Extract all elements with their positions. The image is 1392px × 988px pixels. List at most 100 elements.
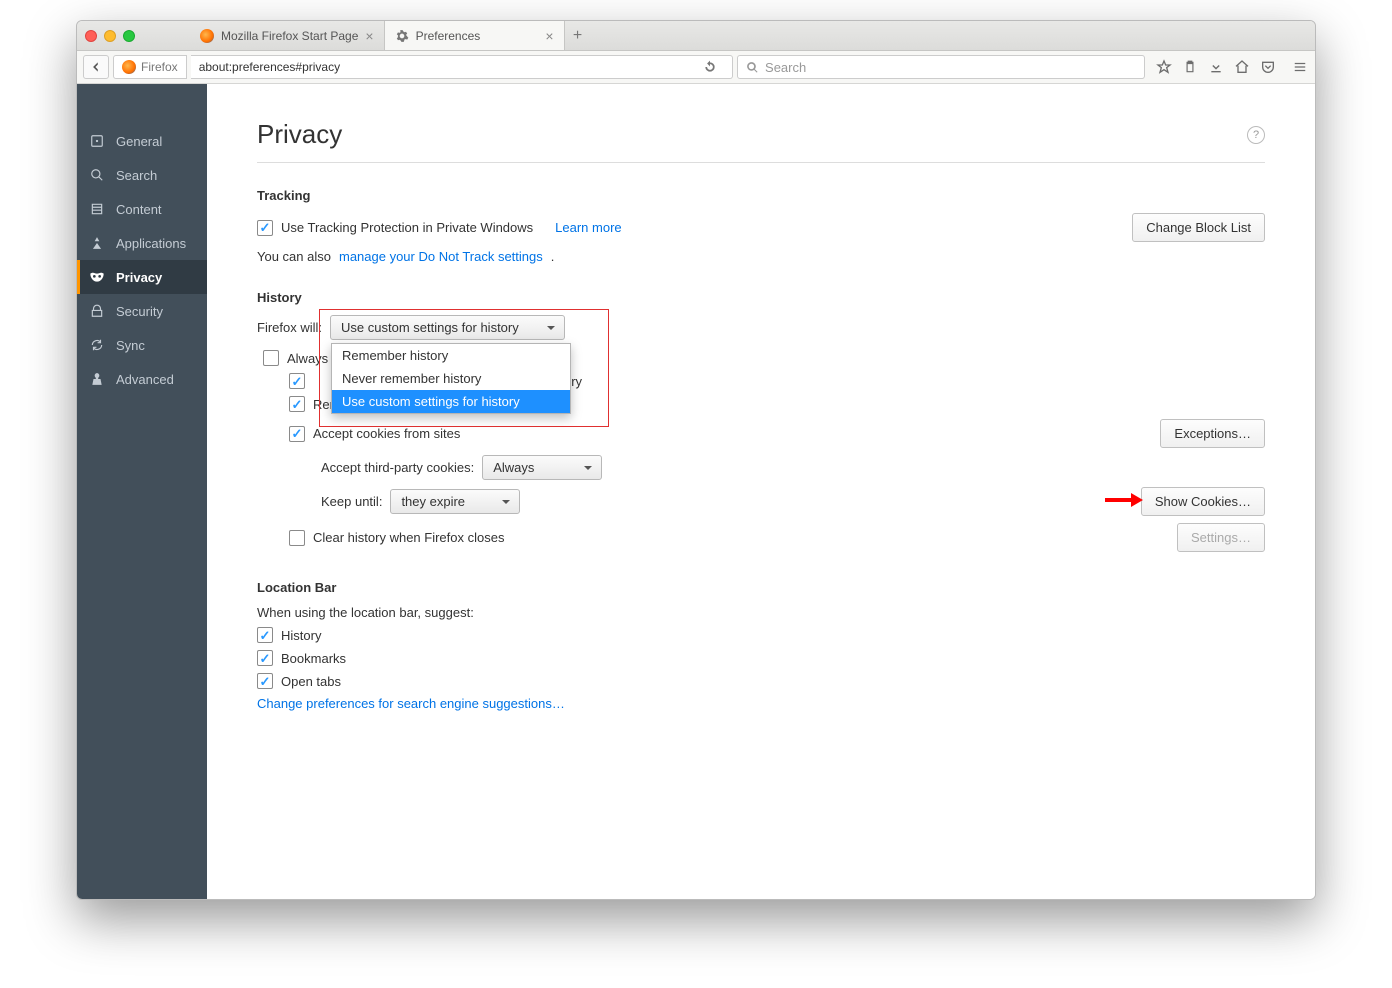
url-bar[interactable]: about:preferences#privacy [191,55,733,79]
third-party-cookies-select[interactable]: Always [482,455,602,480]
url-text: about:preferences#privacy [199,60,340,74]
sync-icon [89,337,105,353]
change-block-list-button[interactable]: Change Block List [1132,213,1265,242]
sidebar-label: Sync [116,338,145,353]
suggest-opentabs-label: Open tabs [281,674,341,689]
sidebar-item-advanced[interactable]: Advanced [77,362,207,396]
sidebar-label: Content [116,202,162,217]
menu-button[interactable] [1291,58,1309,76]
titlebar: Mozilla Firefox Start Page × Preferences… [77,21,1315,51]
history-mode-select[interactable]: Use custom settings for history [330,315,565,340]
search-icon [746,61,759,74]
clear-on-close-label: Clear history when Firefox closes [313,530,504,545]
sidebar-item-security[interactable]: Security [77,294,207,328]
firefox-icon [122,60,136,74]
sidebar-label: Search [116,168,157,183]
firefox-icon [200,29,214,43]
tab-close-icon[interactable]: × [545,28,553,44]
suggest-opentabs-checkbox[interactable] [257,673,273,689]
always-private-checkbox[interactable] [263,350,279,366]
third-party-label: Accept third-party cookies: [321,460,474,475]
dnt-prefix: You can also [257,249,331,264]
prefs-content: Privacy ? Tracking Use Tracking Protecti… [207,84,1315,899]
downloads-icon[interactable] [1207,58,1225,76]
sidebar-item-privacy[interactable]: Privacy [77,260,207,294]
tracking-protection-label: Use Tracking Protection in Private Windo… [281,220,533,235]
applications-icon [89,235,105,251]
sidebar-label: Security [116,304,163,319]
locationbar-heading: Location Bar [257,580,1265,595]
cookie-exceptions-button[interactable]: Exceptions… [1160,419,1265,448]
tracking-protection-checkbox[interactable] [257,220,273,236]
history-mode-value: Use custom settings for history [341,320,519,335]
annotation-arrow [1105,493,1145,507]
sidebar-item-content[interactable]: Content [77,192,207,226]
advanced-icon [89,371,105,387]
gear-icon [395,29,409,43]
help-icon[interactable]: ? [1247,126,1265,144]
window-maximize-button[interactable] [123,30,135,42]
suggest-bookmarks-label: Bookmarks [281,651,346,666]
identity-label: Firefox [141,60,178,74]
remember-search-checkbox[interactable] [289,396,305,412]
suggest-history-checkbox[interactable] [257,627,273,643]
window-controls [85,30,135,42]
tab-label: Mozilla Firefox Start Page [221,29,358,43]
tracking-heading: Tracking [257,188,1265,203]
show-cookies-button[interactable]: Show Cookies… [1141,487,1265,516]
clipboard-icon[interactable] [1181,58,1199,76]
history-option-never[interactable]: Never remember history [332,367,570,390]
tab-label: Preferences [416,29,481,43]
sidebar-label: Applications [116,236,186,251]
clear-on-close-checkbox[interactable] [289,530,305,546]
accept-cookies-label: Accept cookies from sites [313,426,460,441]
sidebar-label: General [116,134,162,149]
search-suggestions-link[interactable]: Change preferences for search engine sug… [257,696,565,711]
reload-button[interactable] [696,60,724,74]
tab-preferences[interactable]: Preferences × [385,21,565,50]
toolbar-icons [1155,58,1309,76]
browser-window: Mozilla Firefox Start Page × Preferences… [76,20,1316,900]
bookmark-star-icon[interactable] [1155,58,1173,76]
tab-close-icon[interactable]: × [365,28,373,44]
keep-until-select[interactable]: they expire [390,489,520,514]
identity-box[interactable]: Firefox [113,55,187,79]
locationbar-intro: When using the location bar, suggest: [257,605,1265,620]
keep-until-value: they expire [401,494,465,509]
navbar: Firefox about:preferences#privacy Search [77,51,1315,84]
search-bar[interactable]: Search [737,55,1145,79]
history-option-remember[interactable]: Remember history [332,344,570,367]
tab-start-page[interactable]: Mozilla Firefox Start Page × [190,21,385,50]
history-heading: History [257,290,1265,305]
sidebar-item-search[interactable]: Search [77,158,207,192]
search-icon [89,167,105,183]
sidebar-label: Privacy [116,270,162,285]
third-party-value: Always [493,460,534,475]
window-close-button[interactable] [85,30,97,42]
suggest-history-label: History [281,628,321,643]
pocket-icon[interactable] [1259,58,1277,76]
window-minimize-button[interactable] [104,30,116,42]
firefox-will-label: Firefox will: [257,320,322,335]
page-title: Privacy [257,119,342,150]
back-button[interactable] [83,55,109,79]
sidebar-item-sync[interactable]: Sync [77,328,207,362]
dnt-period: . [551,249,555,264]
sidebar-item-general[interactable]: General [77,124,207,158]
new-tab-button[interactable]: + [565,27,591,45]
body: General Search Content Applications Priv… [77,84,1315,899]
clear-settings-button: Settings… [1177,523,1265,552]
history-option-custom[interactable]: Use custom settings for history [332,390,570,413]
home-icon[interactable] [1233,58,1251,76]
history-mode-dropdown: Remember history Never remember history … [331,343,571,414]
accept-cookies-checkbox[interactable] [289,426,305,442]
keep-until-label: Keep until: [321,494,382,509]
remember-browsing-checkbox[interactable] [289,373,305,389]
learn-more-link[interactable]: Learn more [555,220,621,235]
dnt-link[interactable]: manage your Do Not Track settings [339,249,543,264]
suggest-bookmarks-checkbox[interactable] [257,650,273,666]
sidebar-item-applications[interactable]: Applications [77,226,207,260]
general-icon [89,133,105,149]
content-icon [89,201,105,217]
sidebar-label: Advanced [116,372,174,387]
